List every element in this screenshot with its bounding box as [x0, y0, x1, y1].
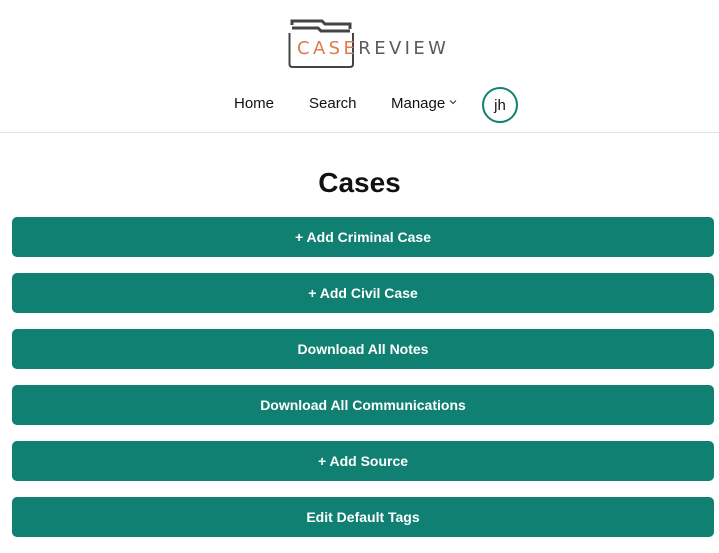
- chevron-down-icon: [449, 100, 457, 105]
- nav-manage[interactable]: Manage: [391, 95, 457, 113]
- logo-review-text: REVIEW: [358, 38, 450, 59]
- nav-search[interactable]: Search: [309, 95, 357, 113]
- user-avatar[interactable]: jh: [482, 87, 518, 123]
- avatar-initials: jh: [494, 96, 506, 114]
- add-criminal-case-button[interactable]: + Add Criminal Case: [12, 217, 714, 257]
- add-civil-case-button[interactable]: + Add Civil Case: [12, 273, 714, 313]
- download-all-communications-button[interactable]: Download All Communications: [12, 385, 714, 425]
- add-source-button[interactable]: + Add Source: [12, 441, 714, 481]
- logo-case-text: CASE: [297, 38, 359, 59]
- nav-home[interactable]: Home: [234, 95, 274, 113]
- casereview-logo[interactable]: CASEREVIEW: [288, 19, 446, 71]
- nav-manage-label: Manage: [391, 95, 446, 112]
- download-all-notes-button[interactable]: Download All Notes: [12, 329, 714, 369]
- case-actions: + Add Criminal Case + Add Civil Case Dow…: [12, 217, 714, 553]
- page-title: Cases: [318, 167, 401, 198]
- main-nav: Home Search Manage jh: [0, 87, 719, 123]
- edit-default-tags-button[interactable]: Edit Default Tags: [12, 497, 714, 537]
- logo-wordmark: CASEREVIEW: [297, 38, 449, 60]
- site-header: CASEREVIEW Home Search Manage jh: [0, 0, 719, 133]
